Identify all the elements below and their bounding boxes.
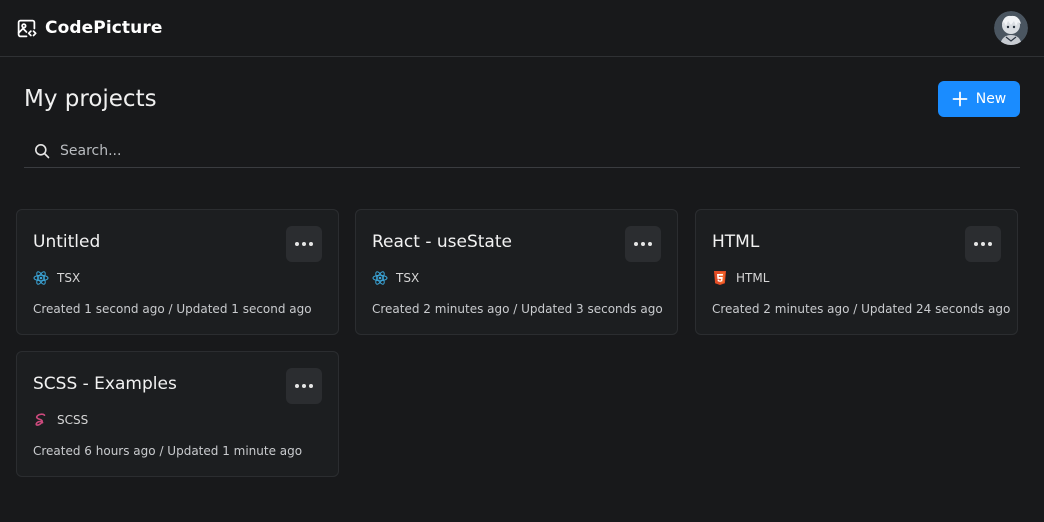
timestamp-separator: / [155,444,168,458]
new-button-label: New [975,91,1007,107]
created-time: Created 1 second ago [33,302,165,316]
updated-time: Updated 3 seconds ago [521,302,663,316]
language-label: TSX [57,271,81,285]
react-icon [372,270,388,286]
more-options-button[interactable] [286,226,322,262]
more-options-button[interactable] [625,226,661,262]
project-language: TSX [33,270,80,286]
more-horizontal-icon [295,384,313,388]
project-card[interactable]: Untitled TSX Created 1 second ago / Upda… [16,209,339,335]
more-horizontal-icon [634,242,652,246]
project-timestamps: Created 2 minutes ago / Updated 3 second… [372,302,663,316]
project-card[interactable]: React - useState TSX Created 2 minutes a… [355,209,678,335]
project-title: Untitled [33,232,101,252]
more-horizontal-icon [974,242,992,246]
brand[interactable]: CodePicture [16,18,162,39]
project-title: HTML [712,232,760,252]
created-time: Created 2 minutes ago [712,302,850,316]
image-code-icon [16,18,37,39]
project-card[interactable]: SCSS - Examples SCSS Created 6 hours ago… [16,351,339,477]
more-horizontal-icon [295,242,313,246]
project-language: TSX [372,270,419,286]
project-language: SCSS [33,412,88,428]
react-icon [33,270,49,286]
new-project-button[interactable]: New [938,81,1020,117]
search-icon [34,143,50,159]
more-options-button[interactable] [286,368,322,404]
updated-time: Updated 24 seconds ago [861,302,1011,316]
project-timestamps: Created 1 second ago / Updated 1 second … [33,302,312,316]
page-title: My projects [24,86,157,112]
project-title: SCSS - Examples [33,374,177,394]
sass-icon [33,412,49,428]
timestamp-separator: / [164,302,177,316]
language-label: HTML [736,271,770,285]
project-timestamps: Created 2 minutes ago / Updated 24 secon… [712,302,1010,316]
timestamp-separator: / [509,302,522,316]
updated-time: Updated 1 minute ago [167,444,303,458]
project-language: HTML [712,270,769,286]
created-time: Created 2 minutes ago [372,302,510,316]
project-timestamps: Created 6 hours ago / Updated 1 minute a… [33,444,302,458]
language-label: SCSS [57,413,89,427]
avatar[interactable] [994,11,1028,45]
project-card[interactable]: HTML HTML Created 2 minutes ago / Update… [695,209,1018,335]
top-bar: CodePicture [0,0,1044,57]
project-title: React - useState [372,232,512,252]
html5-icon [712,270,728,286]
language-label: TSX [396,271,420,285]
page-header: My projects New [24,81,1020,117]
more-options-button[interactable] [965,226,1001,262]
created-time: Created 6 hours ago [33,444,156,458]
updated-time: Updated 1 second ago [176,302,312,316]
search-input[interactable] [60,142,960,159]
app-name: CodePicture [45,18,163,38]
timestamp-separator: / [849,302,862,316]
plus-icon [952,91,968,107]
search-bar [24,134,1020,168]
